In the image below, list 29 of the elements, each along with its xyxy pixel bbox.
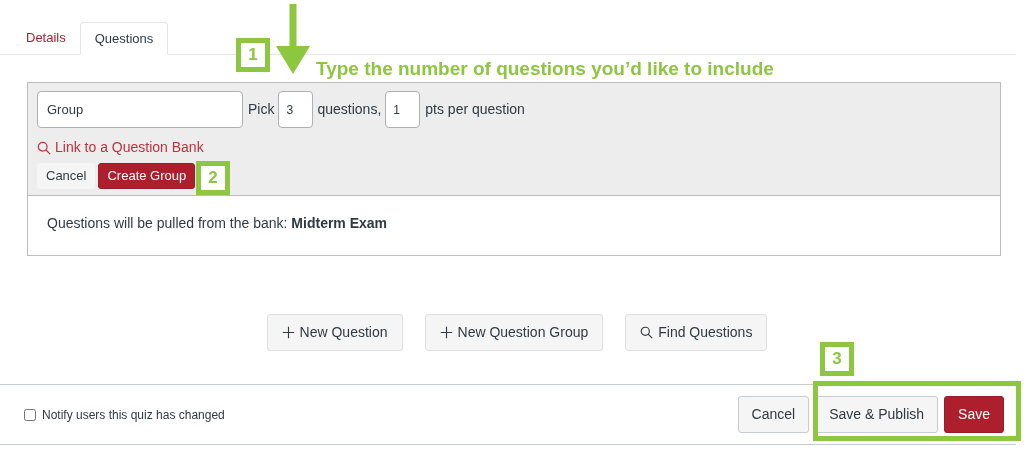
bank-note: Questions will be pulled from the bank: Midterm Exam	[47, 215, 388, 231]
plus-icon	[439, 326, 453, 339]
plus-icon	[281, 326, 295, 339]
pick-label: Pick	[248, 100, 275, 119]
group-name-field[interactable]: Group	[37, 91, 243, 128]
notify-checkbox[interactable]	[24, 408, 36, 421]
tab[interactable]: Questions	[79, 22, 169, 55]
notify-label: Notify users this quiz has changed	[42, 406, 225, 424]
save-button[interactable]: Save	[944, 396, 1004, 433]
down-arrow	[276, 4, 310, 74]
action-button[interactable]: Find Questions	[625, 314, 768, 351]
search-icon	[640, 326, 654, 339]
step-badge: 2	[196, 161, 230, 195]
step-badge: 3	[820, 342, 854, 376]
pick-count-field[interactable]: 3	[278, 91, 314, 128]
action-button[interactable]: New Question Group	[424, 314, 604, 351]
points-label: pts per question	[425, 100, 525, 119]
points-field[interactable]: 1	[385, 91, 421, 128]
footer-button[interactable]: Save & Publish	[815, 396, 939, 433]
cancel-button[interactable]: Cancel	[37, 163, 96, 189]
action-button[interactable]: New Question	[266, 314, 403, 351]
tab[interactable]: Details	[12, 21, 80, 54]
callout-caption: Type the number of questions you’d like to include	[316, 57, 774, 81]
step-badge: 1	[236, 38, 270, 72]
question-bank-link[interactable]: Link to a Question Bank	[37, 137, 204, 158]
footer-button[interactable]: Cancel	[737, 396, 810, 433]
questions-label: questions,	[317, 100, 382, 119]
search-icon	[37, 140, 51, 155]
create-group-button[interactable]: Create Group	[98, 163, 196, 189]
